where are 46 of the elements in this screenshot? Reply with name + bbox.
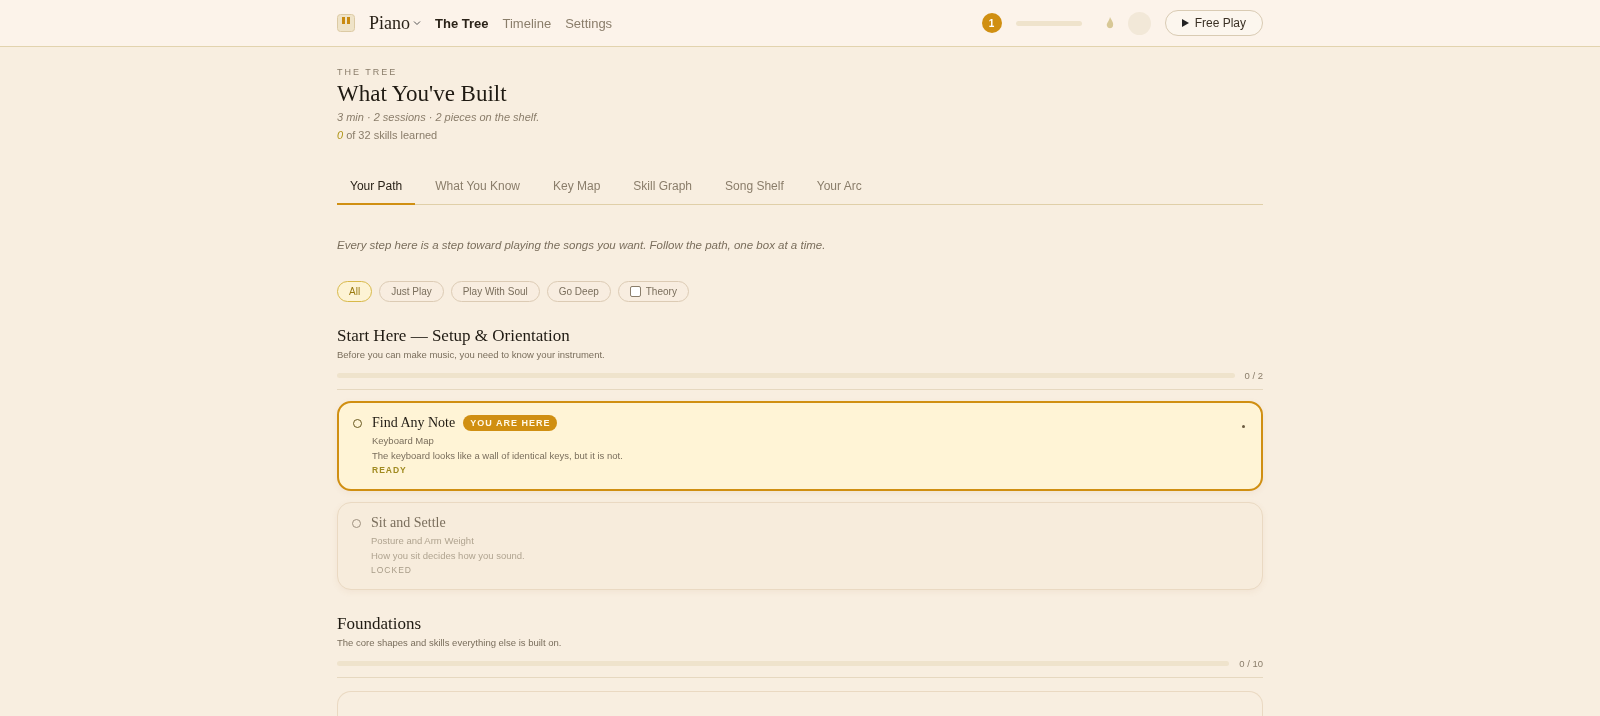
card-title: Find Any Note [372,415,456,431]
dot-icon [1242,425,1245,428]
stats-text: 3 min · 2 sessions · 2 pieces on the shelf. [337,111,541,123]
card-description: How you sit decides how you sound. [371,550,525,561]
tab[interactable]: Skill Graph [620,171,706,205]
play-icon [1181,19,1189,27]
checkbox[interactable] [629,286,641,297]
card-title: Sit and Settle [371,515,446,531]
skill-card[interactable]: Sit and Settle Posture and Arm Weight How you sit decides how you sound. LOCKED [337,502,1263,590]
skills-text: of 32 skills learned [346,129,438,141]
filter-chip[interactable]: Just Play [379,281,444,302]
progress-text: 0 / 2 [1244,370,1263,381]
piano-logo-icon [337,14,355,32]
nav-link[interactable]: The Tree [435,15,489,31]
level-badge: 1 [981,13,1002,33]
tab[interactable]: Key Map [540,171,614,205]
chevron-down-icon [413,20,421,26]
progress-text: 0 / 10 [1239,658,1263,669]
filter-chip[interactable]: Go Deep [546,281,611,302]
tab[interactable]: Your Path [337,171,416,205]
nav-link[interactable]: Settings [565,15,613,31]
tab[interactable]: Your Arc [803,171,875,205]
nav-link[interactable]: Timeline [502,15,552,31]
section-title: Foundations [337,614,423,634]
card-subtitle: Keyboard Map [372,435,435,446]
section-description: Before you can make music, you need to know your instrument. [337,349,606,360]
tab[interactable]: What You Know [422,171,533,205]
filter-chip[interactable]: Play With Soul [450,281,540,302]
skills-count: 0 [337,129,344,141]
skill-card[interactable]: Find Any Note YOU ARE HERE Keyboard Map The keyboard looks like a wall of identical keys, but it is not. READY [337,401,1263,491]
card-description: The keyboard looks like a wall of identical keys, but it is not. [372,450,623,461]
card-status: LOCKED [371,565,413,575]
section-title: Start Here — Setup & Orientation [337,326,571,346]
free-play-button[interactable]: Free Play [1164,10,1263,36]
eyebrow-label: THE TREE [337,67,399,77]
theory-filter[interactable]: Theory [617,281,689,302]
intro-text: Every step here is a step toward playing the songs you want. Follow the path, one box at a time. [337,239,827,251]
page-title: What You've Built [337,81,508,107]
section-description: The core shapes and skills everything else is built on. [337,637,563,648]
card-status: READY [372,465,408,475]
card-subtitle: Posture and Arm Weight [371,535,475,546]
flame-icon [1105,17,1114,29]
filter-chip[interactable]: All [337,281,373,302]
instrument-selector[interactable]: Piano [369,12,421,34]
you-are-here-badge: YOU ARE HERE [463,415,558,431]
tab[interactable]: Song Shelf [712,171,797,205]
